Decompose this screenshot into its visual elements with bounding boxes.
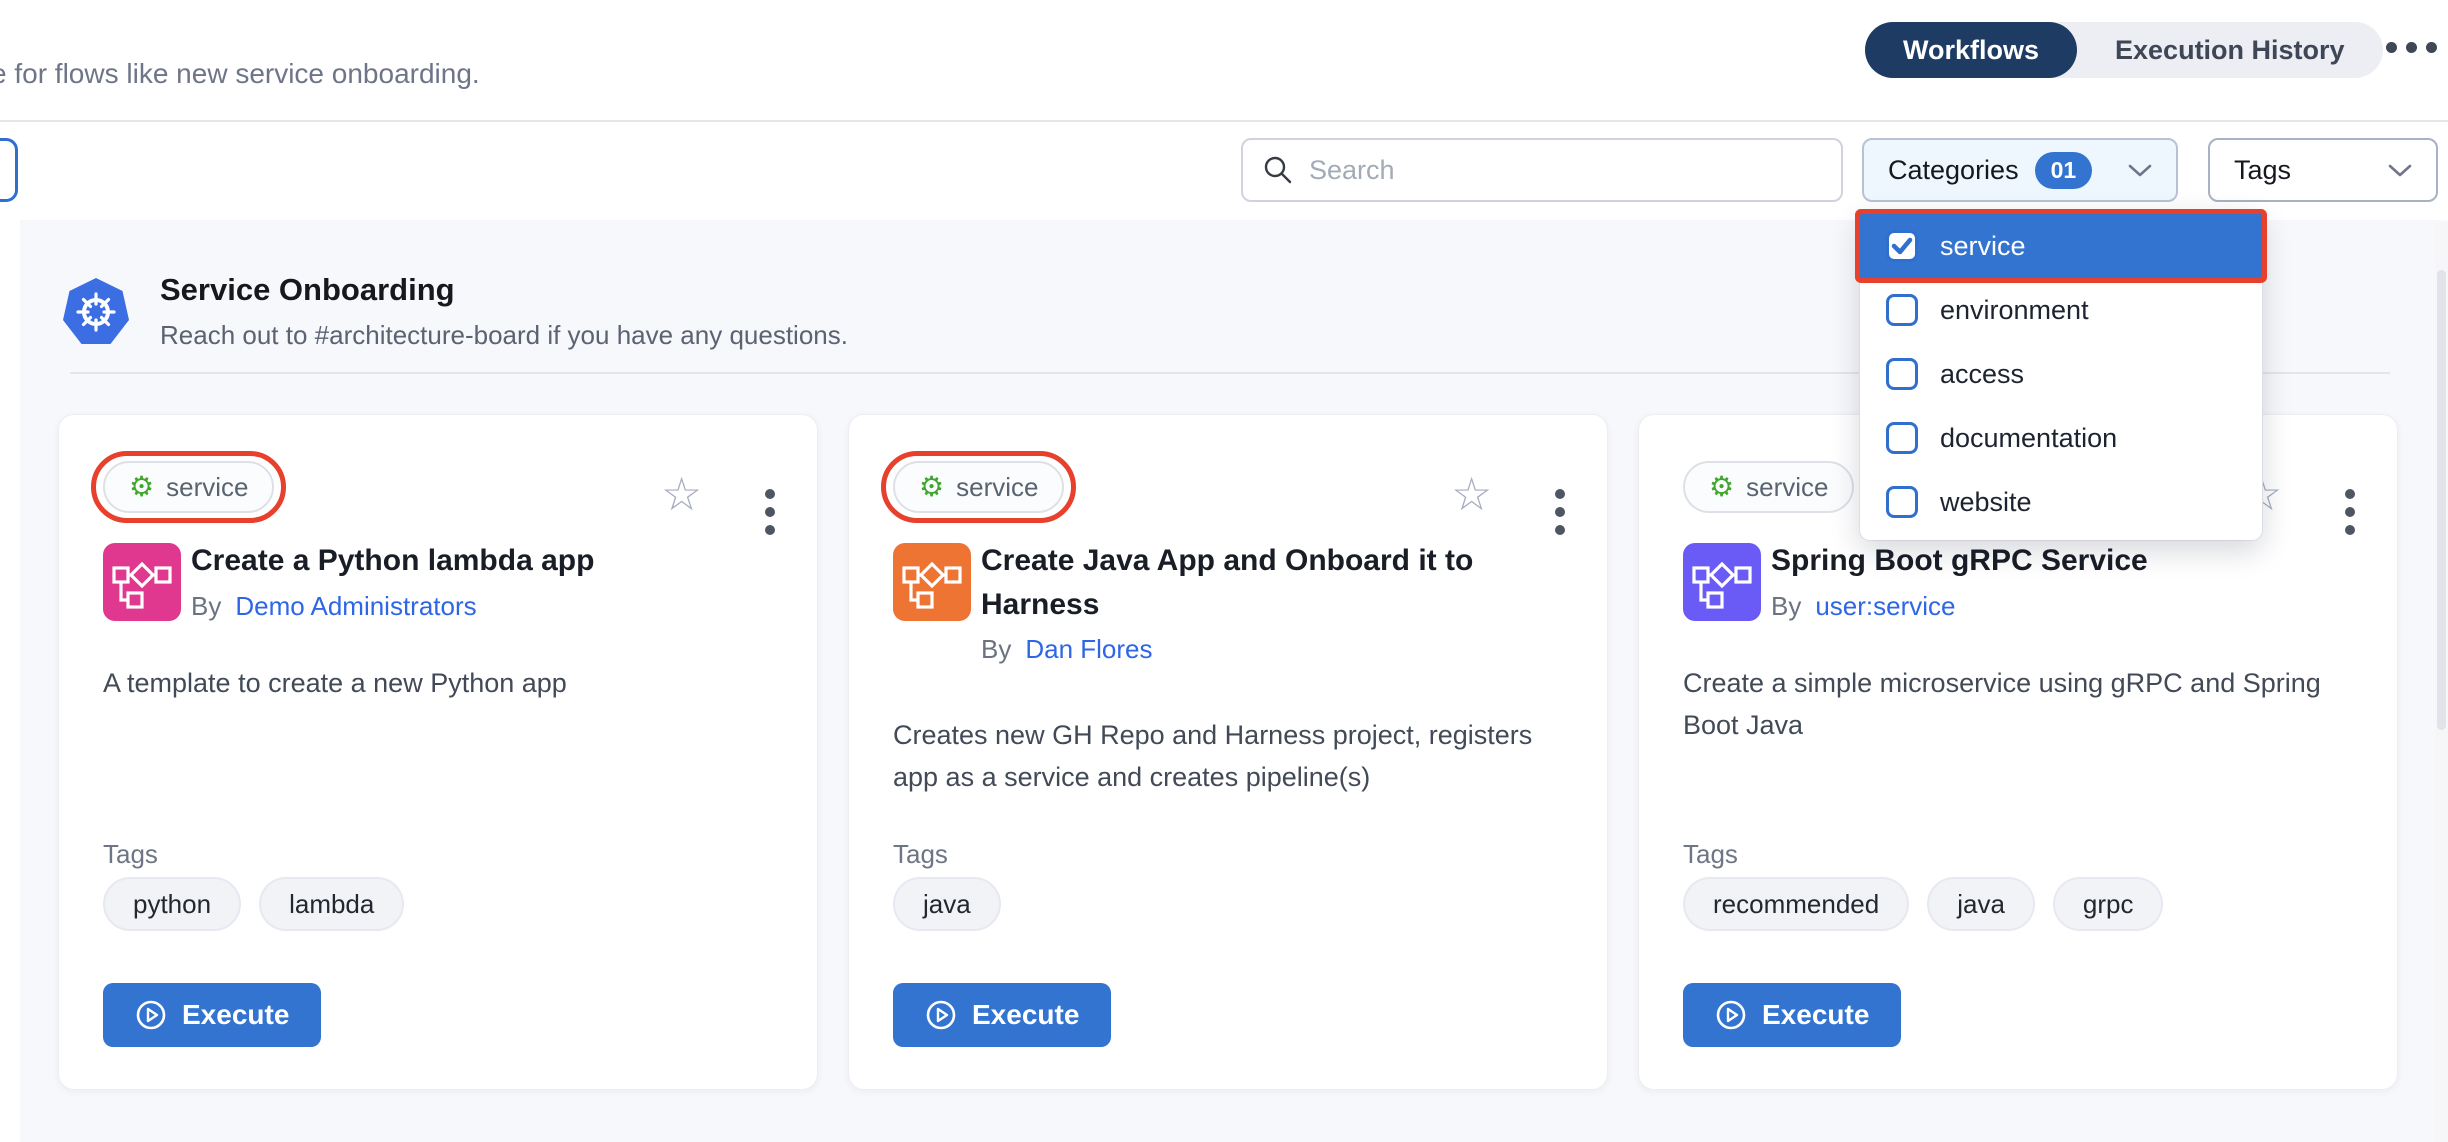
card-description: A template to create a new Python app	[103, 663, 779, 705]
checkbox-unchecked[interactable]	[1886, 294, 1918, 326]
tab-workflows[interactable]: Workflows	[1865, 22, 2077, 78]
dropdown-item-environment[interactable]: environment	[1860, 278, 2262, 342]
dot-icon	[2426, 42, 2437, 53]
category-chip-label: service	[1746, 472, 1828, 503]
category-chip-label: service	[956, 472, 1038, 503]
toolbar: Categories 01 Tags	[0, 122, 2448, 220]
author-link[interactable]: Demo Administrators	[235, 591, 476, 622]
by-label: By	[191, 591, 221, 622]
more-menu-button[interactable]	[2386, 42, 2437, 53]
category-chip: ⚙ service	[1683, 461, 1854, 513]
dropdown-item-label: environment	[1940, 295, 2089, 326]
tags-filter-label: Tags	[2234, 155, 2291, 186]
tags-filter[interactable]: Tags	[2208, 138, 2438, 202]
tag-chip: java	[1927, 877, 2035, 931]
dot-icon	[2386, 42, 2397, 53]
card-title: Create a Python lambda app	[191, 539, 779, 583]
workflow-card: ⚙ service ☆ Create a Python lambda app B…	[58, 414, 818, 1090]
by-label: By	[981, 634, 1011, 665]
dropdown-item-access[interactable]: access	[1860, 342, 2262, 406]
by-label: By	[1771, 591, 1801, 622]
gear-icon: ⚙	[919, 473, 944, 501]
view-tab-group: Workflows Execution History	[1865, 22, 2383, 78]
workflow-icon	[103, 543, 181, 621]
categories-filter[interactable]: Categories 01	[1862, 138, 2178, 202]
play-icon	[1715, 999, 1747, 1031]
card-description: Create a simple microservice using gRPC …	[1683, 663, 2359, 747]
checkbox-checked[interactable]	[1886, 230, 1918, 262]
execute-button[interactable]: Execute	[1683, 983, 1901, 1047]
execute-button[interactable]: Execute	[103, 983, 321, 1047]
checkbox-unchecked[interactable]	[1886, 422, 1918, 454]
tags-label: Tags	[103, 839, 158, 870]
dropdown-item-label: documentation	[1940, 423, 2117, 454]
workflows-page: e for flows like new service onboarding.…	[0, 0, 2448, 1142]
chip-annotation-ring: ⚙ service	[91, 451, 286, 523]
categories-dropdown: service environment access documentation…	[1860, 210, 2262, 540]
gear-icon: ⚙	[1709, 473, 1734, 501]
tab-execution-history[interactable]: Execution History	[2077, 22, 2383, 78]
tag-chip: java	[893, 877, 1001, 931]
page-header: e for flows like new service onboarding.…	[0, 0, 2448, 122]
kebab-menu-button[interactable]	[1551, 485, 1569, 539]
search-icon	[1263, 155, 1293, 185]
category-chip-label: service	[166, 472, 248, 503]
dropdown-item-website[interactable]: website	[1860, 470, 2262, 534]
tag-chip: lambda	[259, 877, 404, 931]
execute-button[interactable]: Execute	[893, 983, 1111, 1047]
dropdown-item-label: website	[1940, 487, 2032, 518]
chip-annotation-ring: ⚙ service	[881, 451, 1076, 523]
author-link[interactable]: Dan Flores	[1025, 634, 1152, 665]
author-link[interactable]: user:service	[1815, 591, 1955, 622]
kubernetes-icon	[62, 276, 130, 348]
scrollbar-thumb[interactable]	[2437, 270, 2446, 730]
favorite-star-button[interactable]: ☆	[661, 471, 702, 517]
category-chip: ⚙ service	[893, 461, 1064, 513]
search-input[interactable]	[1309, 155, 1821, 186]
left-gutter	[0, 220, 20, 1142]
card-title: Spring Boot gRPC Service	[1771, 539, 2359, 583]
chevron-down-icon	[2388, 163, 2412, 178]
card-description: Creates new GH Repo and Harness project,…	[893, 715, 1569, 799]
favorite-star-button[interactable]: ☆	[1451, 471, 1492, 517]
kebab-menu-button[interactable]	[2341, 485, 2359, 539]
dropdown-item-label: service	[1940, 231, 2026, 262]
dropdown-item-service[interactable]: service	[1860, 214, 2262, 278]
card-title: Create Java App and Onboard it to Harnes…	[981, 539, 1569, 626]
tag-chip: grpc	[2053, 877, 2164, 931]
section-title: Service Onboarding	[160, 272, 455, 308]
workflow-icon	[893, 543, 971, 621]
search-box	[1241, 138, 1843, 202]
checkbox-unchecked[interactable]	[1886, 358, 1918, 390]
workflow-card: ⚙ service ☆ Create Java App and Onboard …	[848, 414, 1608, 1090]
play-icon	[135, 999, 167, 1031]
tag-chip: recommended	[1683, 877, 1909, 931]
categories-label: Categories	[1888, 155, 2019, 186]
tags-label: Tags	[893, 839, 948, 870]
gear-icon: ⚙	[129, 473, 154, 501]
section-subtitle: Reach out to #architecture-board if you …	[160, 320, 848, 351]
tags-label: Tags	[1683, 839, 1738, 870]
header-note: e for flows like new service onboarding.	[0, 58, 480, 90]
cutoff-left-button[interactable]	[0, 138, 18, 202]
tag-chip: python	[103, 877, 241, 931]
dot-icon	[2406, 42, 2417, 53]
dropdown-item-documentation[interactable]: documentation	[1860, 406, 2262, 470]
dropdown-item-label: access	[1940, 359, 2024, 390]
chevron-down-icon	[2128, 163, 2152, 178]
categories-count-badge: 01	[2035, 152, 2093, 189]
checkbox-unchecked[interactable]	[1886, 486, 1918, 518]
category-chip: ⚙ service	[103, 461, 274, 513]
workflow-icon	[1683, 543, 1761, 621]
play-icon	[925, 999, 957, 1031]
check-icon	[1890, 234, 1914, 258]
kebab-menu-button[interactable]	[761, 485, 779, 539]
